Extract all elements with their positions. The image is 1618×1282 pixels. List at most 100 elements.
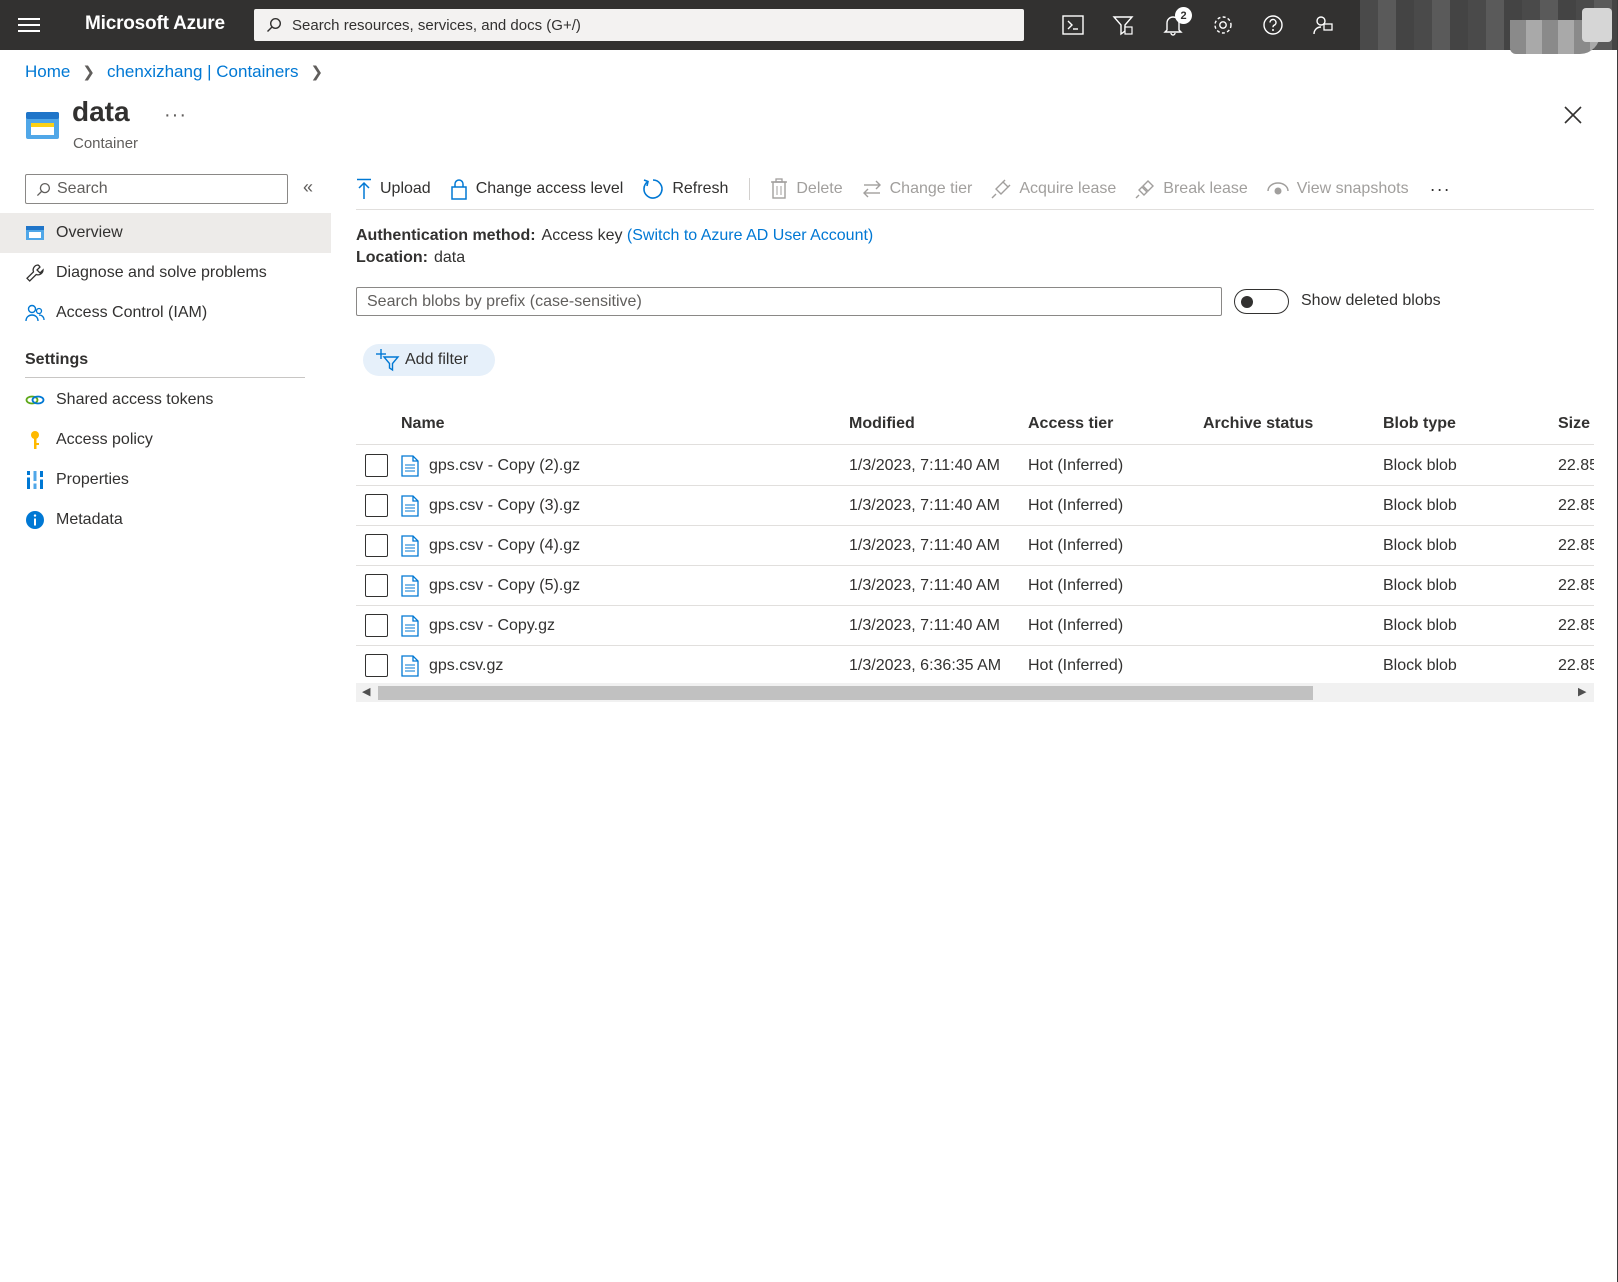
horizontal-scrollbar[interactable]: ◀ ▶ bbox=[356, 683, 1594, 702]
show-deleted-blobs-toggle[interactable] bbox=[1234, 289, 1289, 314]
auth-method-line: Authentication method: Access key (Switch… bbox=[356, 227, 873, 245]
sidebar-item-label: Access policy bbox=[56, 431, 153, 448]
blob-modified: 1/3/2023, 7:11:40 AM bbox=[849, 577, 1000, 594]
sidebar-search-input[interactable]: Search bbox=[25, 174, 288, 204]
blob-type: Block blob bbox=[1383, 497, 1457, 514]
link-icon bbox=[25, 395, 45, 405]
file-icon bbox=[401, 495, 419, 522]
brand-title[interactable]: Microsoft Azure bbox=[85, 13, 225, 35]
table-row[interactable]: gps.csv.gz 1/3/2023, 6:36:35 AM Hot (Infer… bbox=[356, 646, 1594, 686]
notifications-bell-icon[interactable]: 2 bbox=[1148, 0, 1198, 50]
switch-auth-link[interactable]: (Switch to Azure AD User Account) bbox=[627, 227, 873, 244]
view-snapshots-button[interactable]: View snapshots bbox=[1267, 180, 1409, 198]
column-header-archive-status[interactable]: Archive status bbox=[1203, 415, 1313, 433]
breadcrumb-containers-link[interactable]: chenxizhang | Containers bbox=[107, 62, 299, 82]
blob-name-link[interactable]: gps.csv - Copy (3).gz bbox=[429, 497, 580, 515]
settings-gear-icon[interactable] bbox=[1198, 0, 1248, 50]
blob-modified: 1/3/2023, 7:11:40 AM bbox=[849, 617, 1000, 634]
blob-type: Block blob bbox=[1383, 577, 1457, 594]
blob-size: 22.85 bbox=[1558, 657, 1594, 674]
info-icon bbox=[26, 511, 44, 529]
location-label: Location: bbox=[356, 249, 428, 266]
sidebar-item-diagnose[interactable]: Diagnose and solve problems bbox=[0, 253, 331, 293]
column-header-size[interactable]: Size bbox=[1558, 415, 1590, 433]
file-icon bbox=[401, 615, 419, 642]
add-filter-button[interactable]: Add filter bbox=[363, 344, 495, 376]
sidebar-item-label: Properties bbox=[56, 471, 129, 488]
sidebar-item-overview[interactable]: Overview bbox=[0, 213, 331, 253]
upload-label: Upload bbox=[380, 180, 431, 197]
chevron-right-icon: ❯ bbox=[82, 64, 95, 81]
more-options-icon[interactable]: ··· bbox=[164, 104, 187, 127]
sidebar-item-metadata[interactable]: Metadata bbox=[0, 500, 331, 540]
hamburger-menu-icon[interactable] bbox=[18, 15, 40, 35]
change-access-level-button[interactable]: Change access level bbox=[450, 178, 623, 200]
breadcrumb: Home ❯ chenxizhang | Containers ❯ bbox=[25, 62, 335, 82]
blob-name-link[interactable]: gps.csv.gz bbox=[429, 657, 503, 675]
people-icon bbox=[25, 304, 45, 322]
table-row[interactable]: gps.csv - Copy (4).gz 1/3/2023, 7:11:40 A… bbox=[356, 526, 1594, 566]
sidebar-item-properties[interactable]: Properties bbox=[0, 460, 331, 500]
blob-access-tier: Hot (Inferred) bbox=[1028, 537, 1124, 554]
blob-name-link[interactable]: gps.csv - Copy (5).gz bbox=[429, 577, 580, 595]
delete-label: Delete bbox=[796, 180, 843, 197]
scroll-right-arrow-icon[interactable]: ▶ bbox=[1578, 685, 1586, 698]
container-icon bbox=[26, 112, 59, 139]
change-tier-label: Change tier bbox=[889, 180, 973, 197]
row-checkbox[interactable] bbox=[365, 614, 388, 637]
break-lease-button[interactable]: Break lease bbox=[1135, 179, 1248, 199]
breadcrumb-home-link[interactable]: Home bbox=[25, 62, 70, 82]
blob-name-link[interactable]: gps.csv - Copy (2).gz bbox=[429, 457, 580, 475]
feedback-icon[interactable] bbox=[1298, 0, 1348, 50]
auth-method-value: Access key bbox=[541, 227, 623, 244]
scrollbar-thumb[interactable] bbox=[378, 686, 1313, 700]
row-checkbox[interactable] bbox=[365, 454, 388, 477]
notification-count-badge: 2 bbox=[1175, 7, 1192, 24]
directory-filter-icon[interactable] bbox=[1098, 0, 1148, 50]
delete-button[interactable]: Delete bbox=[770, 178, 843, 200]
table-row[interactable]: gps.csv - Copy (2).gz 1/3/2023, 7:11:40 A… bbox=[356, 446, 1594, 486]
cloud-shell-icon[interactable] bbox=[1048, 0, 1098, 50]
toolbar-separator bbox=[749, 178, 751, 200]
add-filter-label: Add filter bbox=[405, 351, 469, 368]
blob-prefix-search-input[interactable]: Search blobs by prefix (case-sensitive) bbox=[356, 287, 1222, 316]
acquire-lease-button[interactable]: Acquire lease bbox=[991, 179, 1116, 199]
blob-size: 22.85 bbox=[1558, 617, 1594, 634]
close-icon[interactable] bbox=[1562, 104, 1584, 126]
column-header-access-tier[interactable]: Access tier bbox=[1028, 415, 1113, 433]
key-icon bbox=[31, 431, 39, 449]
sidebar-item-access-policy[interactable]: Access policy bbox=[0, 420, 331, 460]
sidebar-item-iam[interactable]: Access Control (IAM) bbox=[0, 293, 331, 333]
row-checkbox[interactable] bbox=[365, 534, 388, 557]
file-icon bbox=[401, 575, 419, 602]
row-checkbox[interactable] bbox=[365, 494, 388, 517]
column-header-name[interactable]: Name bbox=[401, 415, 445, 433]
table-row[interactable]: gps.csv - Copy.gz 1/3/2023, 7:11:40 AM Hot… bbox=[356, 606, 1594, 646]
blob-access-tier: Hot (Inferred) bbox=[1028, 657, 1124, 674]
table-row[interactable]: gps.csv - Copy (5).gz 1/3/2023, 7:11:40 A… bbox=[356, 566, 1594, 606]
blob-name-link[interactable]: gps.csv - Copy (4).gz bbox=[429, 537, 580, 555]
help-icon[interactable] bbox=[1248, 0, 1298, 50]
scroll-left-arrow-icon[interactable]: ◀ bbox=[362, 685, 370, 698]
toolbar-divider bbox=[356, 209, 1594, 210]
column-header-blob-type[interactable]: Blob type bbox=[1383, 415, 1456, 433]
swap-arrows-icon bbox=[862, 180, 881, 198]
blob-modified: 1/3/2023, 7:11:40 AM bbox=[849, 457, 1000, 474]
sidebar-item-shared-access-tokens[interactable]: Shared access tokens bbox=[0, 380, 331, 420]
toolbar-more-icon[interactable]: ··· bbox=[1430, 179, 1451, 200]
lock-icon bbox=[450, 179, 467, 200]
row-checkbox[interactable] bbox=[365, 654, 388, 677]
global-search-input[interactable]: Search resources, services, and docs (G+… bbox=[254, 9, 1024, 41]
table-row[interactable]: gps.csv - Copy (3).gz 1/3/2023, 7:11:40 A… bbox=[356, 486, 1594, 526]
row-checkbox[interactable] bbox=[365, 574, 388, 597]
blob-name-link[interactable]: gps.csv - Copy.gz bbox=[429, 617, 555, 635]
refresh-label: Refresh bbox=[672, 180, 729, 197]
change-tier-button[interactable]: Change tier bbox=[862, 179, 973, 199]
collapse-sidebar-icon[interactable]: « bbox=[303, 177, 313, 198]
blob-type: Block blob bbox=[1383, 537, 1457, 554]
column-header-modified[interactable]: Modified bbox=[849, 415, 915, 433]
sidebar-nav: Overview Diagnose and solve problems Acc… bbox=[0, 213, 331, 540]
refresh-button[interactable]: Refresh bbox=[642, 178, 728, 200]
account-avatar-blurred[interactable] bbox=[1360, 0, 1617, 54]
upload-button[interactable]: Upload bbox=[356, 178, 431, 200]
